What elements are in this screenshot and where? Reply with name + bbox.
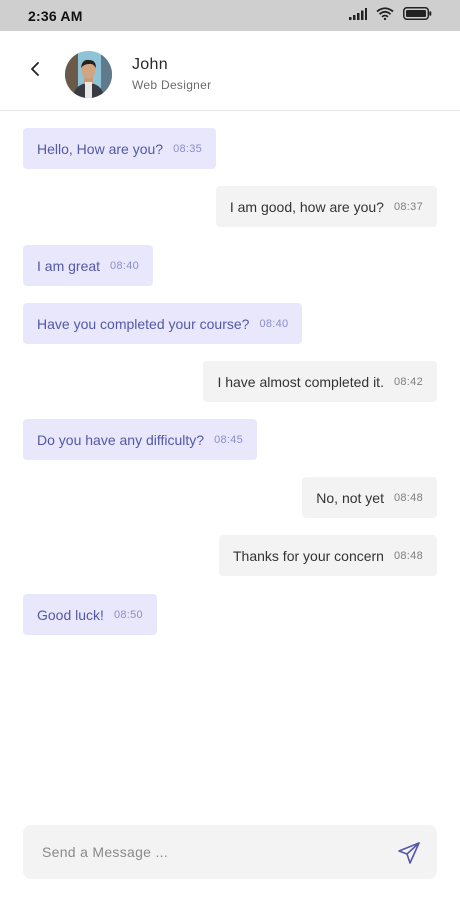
message-time: 08:48 bbox=[393, 491, 423, 504]
message-bubble-outgoing[interactable]: I have almost completed it. 08:42 bbox=[203, 361, 437, 402]
contact-role: Web Designer bbox=[132, 78, 212, 92]
message-time: 08:37 bbox=[393, 200, 423, 213]
status-time: 2:36 AM bbox=[28, 7, 83, 24]
message-list: Hello, How are you? 08:35 I am good, how… bbox=[0, 111, 460, 811]
chevron-left-icon bbox=[29, 61, 41, 82]
message-bubble-incoming[interactable]: Good luck! 08:50 bbox=[23, 594, 157, 635]
message-time: 08:40 bbox=[259, 317, 289, 330]
message-text: Hello, How are you? bbox=[37, 140, 164, 157]
message-time: 08:45 bbox=[214, 433, 244, 446]
message-text: Do you have any difficulty? bbox=[37, 431, 205, 448]
message-text: Thanks for your concern bbox=[233, 547, 384, 564]
status-bar: 2:36 AM bbox=[0, 0, 460, 31]
message-bubble-outgoing[interactable]: I am good, how are you? 08:37 bbox=[215, 186, 437, 227]
send-button[interactable] bbox=[397, 841, 421, 865]
message-bubble-incoming[interactable]: Hello, How are you? 08:35 bbox=[23, 128, 217, 169]
message-time: 08:40 bbox=[110, 259, 140, 272]
back-button[interactable] bbox=[24, 60, 46, 82]
avatar[interactable] bbox=[65, 51, 112, 98]
message-bubble-incoming[interactable]: Do you have any difficulty? 08:45 bbox=[23, 419, 258, 460]
message-text: I am good, how are you? bbox=[229, 198, 384, 215]
message-text: Have you completed your course? bbox=[37, 315, 250, 332]
message-time: 08:48 bbox=[393, 549, 423, 562]
message-text: I am great bbox=[37, 257, 101, 274]
message-text: I have almost completed it. bbox=[217, 373, 384, 390]
message-time: 08:42 bbox=[393, 375, 423, 388]
message-time: 08:50 bbox=[113, 608, 143, 621]
message-bubble-incoming[interactable]: Have you completed your course? 08:40 bbox=[23, 303, 303, 344]
contact-name: John bbox=[132, 56, 168, 73]
status-icons bbox=[349, 6, 432, 25]
message-time: 08:35 bbox=[173, 142, 203, 155]
message-text: Good luck! bbox=[37, 606, 104, 623]
message-text: No, not yet bbox=[316, 489, 384, 506]
chat-header: John Web Designer bbox=[0, 31, 460, 111]
message-input[interactable] bbox=[23, 825, 383, 879]
message-composer bbox=[23, 825, 437, 879]
wifi-icon bbox=[376, 6, 394, 25]
battery-icon bbox=[403, 6, 432, 25]
message-bubble-incoming[interactable]: I am great 08:40 bbox=[23, 245, 154, 286]
message-bubble-outgoing[interactable]: Thanks for your concern 08:48 bbox=[219, 535, 437, 576]
send-icon bbox=[397, 842, 421, 869]
message-bubble-outgoing[interactable]: No, not yet 08:48 bbox=[302, 477, 437, 518]
signal-icon bbox=[349, 7, 367, 25]
